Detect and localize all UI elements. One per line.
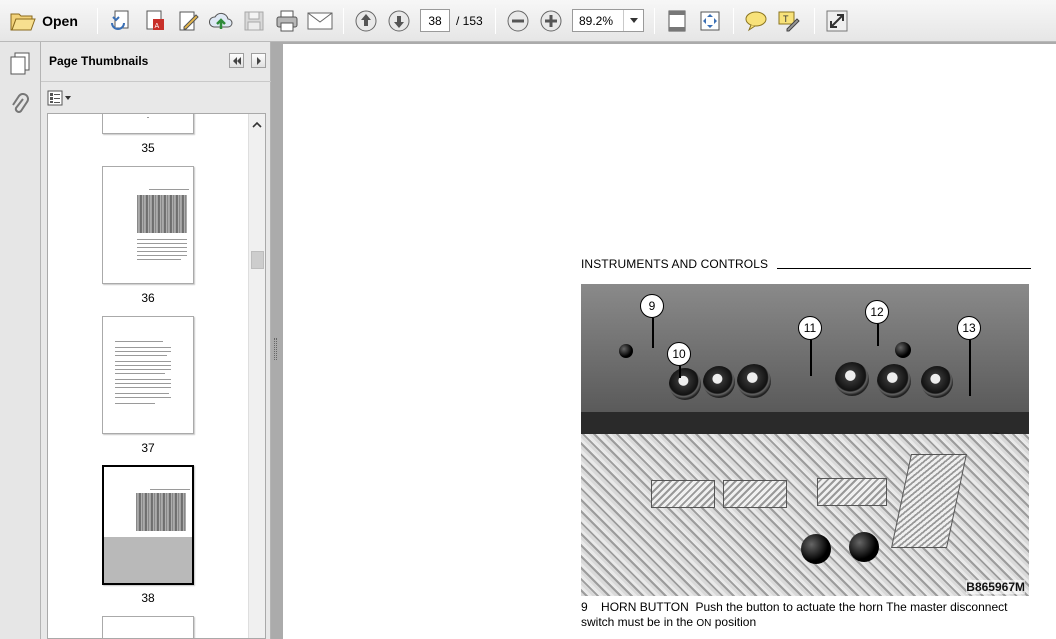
thumbnail-page-36[interactable] [102,166,194,284]
panel-menu-button[interactable] [251,53,266,68]
paperclip-icon [12,93,29,113]
open-button[interactable]: Open [6,7,82,35]
cloud-upload-icon [208,12,233,29]
open-button-label: Open [42,13,78,29]
thumbnail-label: 38 [141,591,155,605]
chevron-up-icon[interactable] [251,118,263,130]
document-view[interactable]: INSTRUMENTS AND CONTROLS 9 10 11 12 13 B… [281,42,1056,639]
zoom-in-button[interactable] [537,7,565,35]
thumbnail-label: 36 [141,291,155,305]
save-disk-icon [244,11,264,31]
toolbar-separator [495,8,496,34]
minus-circle-icon [507,10,529,32]
instrument-panel-photo: 9 10 11 12 13 B865967M [581,284,1029,596]
svg-text:A: A [155,23,160,30]
collapse-panel-button[interactable] [229,53,244,68]
pdf-export-icon: A [146,10,164,30]
toolbar-separator [733,8,734,34]
plus-circle-icon [540,10,562,32]
toolbar-separator [814,8,815,34]
export-pdf-button[interactable]: A [141,7,169,35]
diagonal-expand-icon [826,10,848,32]
thumbnail-label: 35 [141,141,155,155]
photo-id: B865967M [966,580,1025,594]
splitter-grip[interactable] [274,338,277,360]
list-options-icon [47,90,71,106]
printer-icon [276,10,298,32]
email-button[interactable] [306,7,334,35]
fit-page-button[interactable] [663,7,691,35]
thumbnail-options-button[interactable] [47,89,73,107]
double-chevron-left-icon [232,56,241,65]
scrollbar-thumb[interactable] [251,251,264,269]
callout-10: 10 [667,342,691,366]
thumbnail-page-35[interactable] [102,114,194,134]
thumbnail-page-next[interactable] [102,616,194,638]
envelope-icon [307,12,333,30]
save-button[interactable] [240,7,268,35]
document-page: INSTRUMENTS AND CONTROLS 9 10 11 12 13 B… [283,44,1056,639]
pages-icon [10,52,30,75]
next-page-button[interactable] [385,7,413,35]
previous-page-button[interactable] [352,7,380,35]
page-thumbnails-nav-button[interactable] [8,50,32,76]
thumbnail-scrollbar[interactable] [248,114,265,638]
caption-heading: HORN BUTTON [601,600,689,614]
edit-pencil-icon [179,11,199,31]
edit-pdf-button[interactable] [174,7,202,35]
speech-bubble-icon [745,11,767,32]
create-pdf-button[interactable] [108,7,136,35]
chevron-right-icon [256,56,261,65]
panel-title: Page Thumbnails [49,54,149,68]
expand-button[interactable] [823,7,851,35]
caption: 9 HORN BUTTON Push the button to actuate… [581,600,1031,631]
fit-page-icon [668,10,686,32]
chevron-down-icon[interactable] [623,10,643,31]
expand-arrows-icon [700,11,720,31]
page-total: / 153 [456,14,483,28]
toolbar-separator [654,8,655,34]
caption-on: ON [696,618,712,629]
toolbar: Open A 38 / 153 89.2% T [0,0,1056,42]
highlight-pen-icon: T [778,11,800,32]
callout-12: 12 [865,300,889,324]
print-button[interactable] [273,7,301,35]
zoom-select[interactable] [572,9,644,32]
thumbnail-page-38[interactable] [102,465,194,585]
callout-11: 11 [798,316,822,340]
upload-button[interactable] [207,7,235,35]
zoom-out-button[interactable] [504,7,532,35]
create-pdf-icon [111,10,129,30]
toolbar-separator [97,8,98,34]
title-rule [777,268,1031,269]
thumbnails-panel: Page Thumbnails 35 36 37 38 [41,42,271,639]
thumbnail-label: 37 [141,441,155,455]
zoom-input[interactable] [573,10,623,31]
svg-text:T: T [783,14,789,24]
arrow-up-circle-icon [355,10,377,32]
toolbar-separator [343,8,344,34]
callout-9: 9 [640,294,664,318]
comment-button[interactable] [742,7,770,35]
arrow-down-circle-icon [388,10,410,32]
thumbnail-list[interactable]: 35 36 37 38 [47,113,266,639]
section-title: INSTRUMENTS AND CONTROLS [581,257,769,271]
navigation-strip [0,42,41,639]
folder-open-icon [10,13,36,31]
panel-splitter[interactable] [271,42,281,639]
full-screen-button[interactable] [696,7,724,35]
callout-13: 13 [957,316,981,340]
panel-header: Page Thumbnails [41,42,271,82]
caption-number: 9 [581,600,588,614]
caption-end: position [714,615,757,629]
attachments-nav-button[interactable] [8,92,32,118]
thumbnail-page-37[interactable] [102,316,194,434]
highlight-button[interactable]: T [775,7,803,35]
page-number-input[interactable] [420,9,450,32]
